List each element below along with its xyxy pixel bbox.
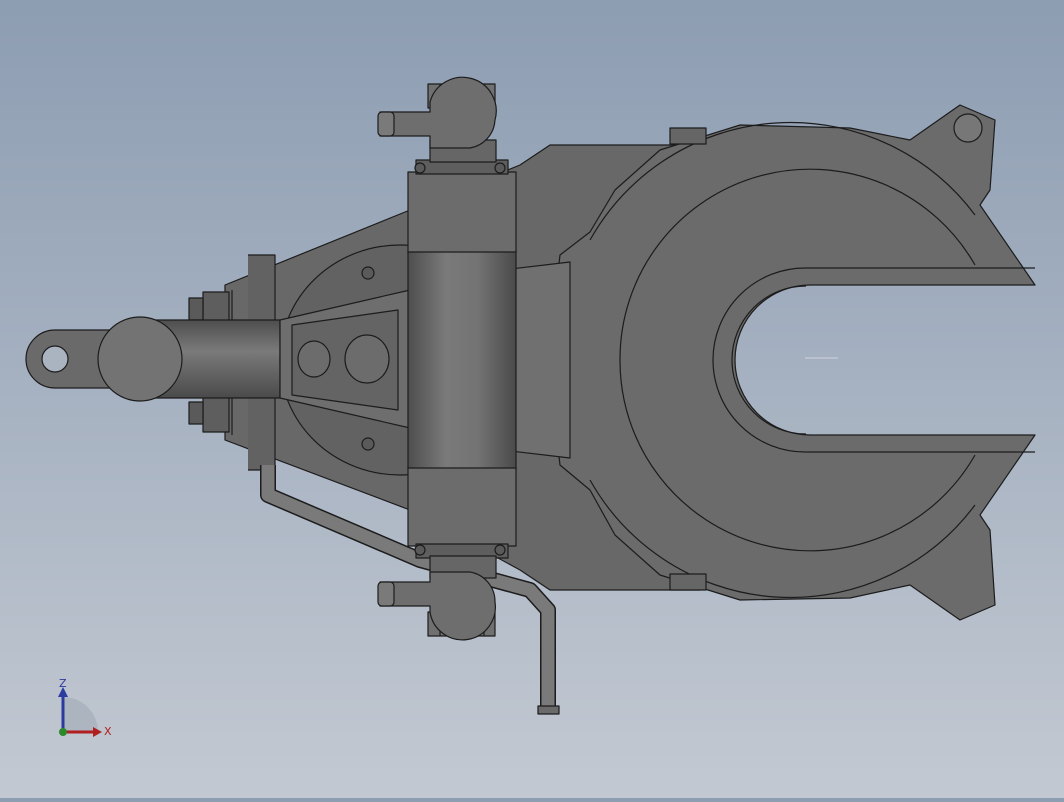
pin-cylinder — [407, 249, 517, 471]
x-axis-label: X — [104, 725, 112, 738]
lower-collar — [407, 467, 517, 547]
coordinate-triad: Z X — [50, 675, 120, 745]
z-axis-label: Z — [59, 677, 67, 690]
top-elbow-fitting — [379, 76, 497, 149]
cad-model-render — [25, 76, 1036, 715]
upper-collar — [407, 171, 517, 253]
cad-3d-viewport[interactable] — [0, 0, 1064, 798]
y-axis-dot — [59, 728, 67, 736]
